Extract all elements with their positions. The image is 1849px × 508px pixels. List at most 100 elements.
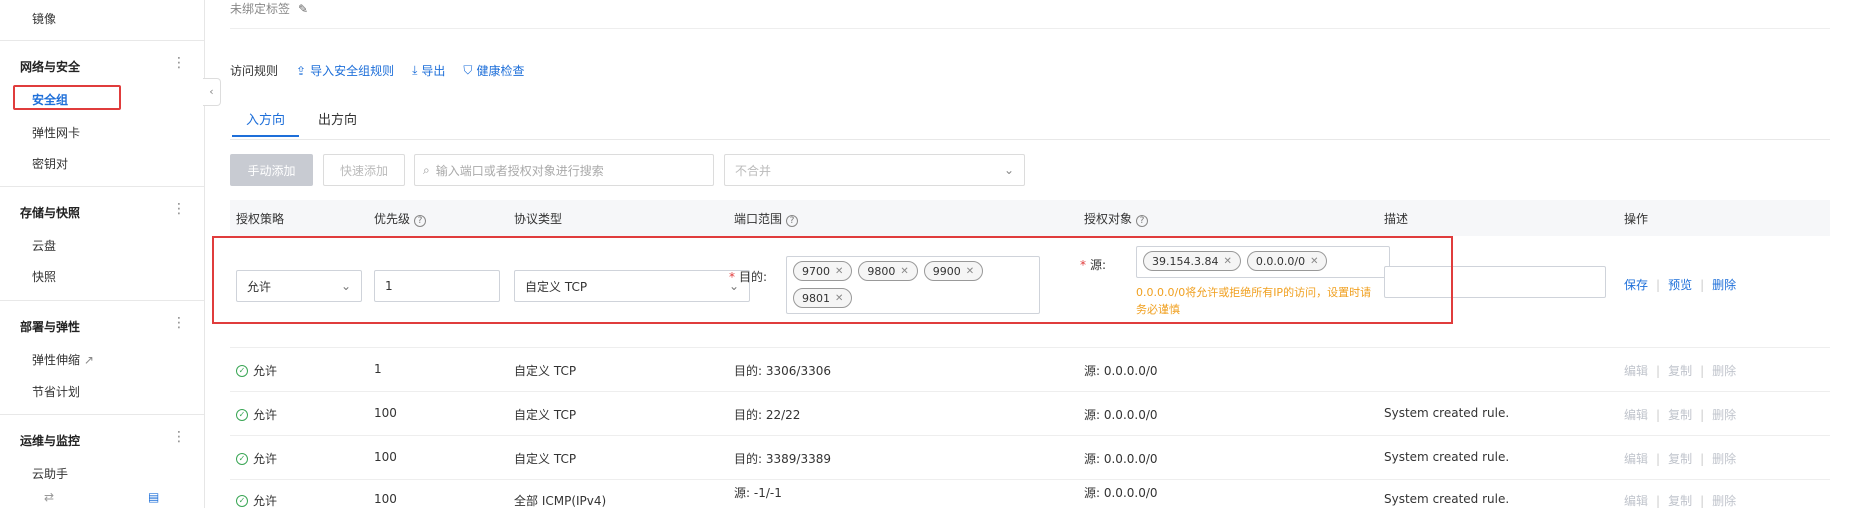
- import-rules-label: 导入安全组规则: [310, 64, 395, 78]
- policy-text: 允许: [253, 494, 278, 508]
- sidebar-item-cloud-assistant[interactable]: 云助手: [32, 465, 68, 482]
- sidebar-item-savings[interactable]: 节省计划: [32, 383, 80, 400]
- manual-add-button[interactable]: 手动添加: [230, 154, 313, 186]
- help-icon[interactable]: ?: [786, 215, 799, 227]
- search-input[interactable]: ⌕ 输入端口或者授权对象进行搜索: [414, 154, 714, 186]
- check-circle-icon: ✓: [236, 364, 248, 377]
- export-link[interactable]: ⤓ 导出: [412, 62, 445, 79]
- header-auth-object: 授权对象?: [1084, 210, 1149, 227]
- delete-button[interactable]: 删除: [1712, 276, 1736, 293]
- edit-button[interactable]: 编辑: [1624, 362, 1648, 379]
- delete-button[interactable]: 删除: [1712, 406, 1736, 423]
- delete-button[interactable]: 删除: [1712, 362, 1736, 379]
- edit-button[interactable]: 编辑: [1624, 492, 1648, 508]
- sidebar-group-storage[interactable]: 存储与快照: [20, 204, 80, 221]
- sidebar-collapse-button[interactable]: ‹: [203, 78, 221, 106]
- header-policy: 授权策略: [236, 212, 285, 226]
- search-icon: ⌕: [423, 162, 430, 177]
- tab-outbound[interactable]: 出方向: [318, 109, 357, 128]
- health-check-label: 健康检查: [476, 64, 525, 78]
- policy-cell: ✓ 允许: [236, 406, 277, 423]
- external-link-icon: ↗: [83, 353, 94, 367]
- edit-icon[interactable]: ✎: [298, 2, 308, 16]
- merge-select-value: 不合并: [735, 163, 772, 178]
- sidebar-divider: [0, 414, 204, 415]
- swap-icon[interactable]: ⇄: [44, 490, 54, 504]
- tab-inbound[interactable]: 入方向: [231, 109, 300, 137]
- sidebar-item-disk[interactable]: 云盘: [32, 237, 56, 254]
- table-row: ✓ 允许 100 全部 ICMP(IPv4) 源: -1/-1 源: 0.0.0.…: [230, 480, 1830, 508]
- header-priority: 优先级?: [374, 210, 427, 227]
- header-divider: [230, 28, 1830, 29]
- header-priority-label: 优先级: [374, 212, 411, 226]
- table-row: ✓ 允许 100 自定义 TCP 目的: 3389/3389 源: 0.0.0.0…: [230, 436, 1830, 480]
- edit-button[interactable]: 编辑: [1624, 450, 1648, 467]
- edit-button[interactable]: 编辑: [1624, 406, 1648, 423]
- sidebar: 镜像 网络与安全 ⋮ 安全组 弹性网卡 密钥对 存储与快照 ⋮ 云盘 快照 部署…: [0, 0, 205, 508]
- separator: |: [1700, 407, 1705, 422]
- sidebar-group-ops[interactable]: 运维与监控: [20, 432, 80, 449]
- header-description: 描述: [1384, 212, 1409, 226]
- save-button[interactable]: 保存: [1624, 276, 1648, 293]
- sidebar-group-network[interactable]: 网络与安全: [20, 58, 80, 75]
- sidebar-item-label: 安全组: [32, 93, 69, 107]
- sidebar-item-snapshot[interactable]: 快照: [32, 268, 56, 285]
- port-cell: 源: -1/-1: [734, 486, 782, 500]
- copy-button[interactable]: 复制: [1668, 406, 1692, 423]
- policy-text: 允许: [253, 408, 278, 422]
- rules-bar: 访问规则 ⇪ 导入安全组规则 ⤓ 导出 ⛉ 健康检查: [230, 62, 542, 79]
- chevron-left-icon: ‹: [209, 85, 214, 98]
- sidebar-item-eni[interactable]: 弹性网卡: [32, 124, 80, 141]
- more-icon[interactable]: ⋮: [172, 430, 186, 444]
- merge-select[interactable]: 不合并 ⌄: [724, 154, 1025, 186]
- copy-button[interactable]: 复制: [1668, 450, 1692, 467]
- help-icon[interactable]: ?: [414, 215, 427, 227]
- description-cell: System created rule.: [1384, 406, 1510, 420]
- check-circle-icon: ✓: [236, 408, 248, 421]
- row-actions: 编辑 | 复制 | 删除: [1624, 406, 1736, 423]
- more-icon[interactable]: ⋮: [172, 202, 186, 216]
- sidebar-item-security-group[interactable]: 安全组: [13, 85, 121, 110]
- import-rules-link[interactable]: ⇪ 导入安全组规则: [296, 62, 394, 79]
- more-icon[interactable]: ⋮: [172, 56, 186, 70]
- priority-cell: 100: [374, 492, 397, 506]
- copy-button[interactable]: 复制: [1668, 492, 1692, 508]
- separator: |: [1656, 363, 1661, 378]
- tag-status-text: 未绑定标签: [230, 2, 291, 16]
- separator: |: [1656, 407, 1661, 422]
- priority-cell: 100: [374, 406, 397, 420]
- rules-title: 访问规则: [230, 64, 279, 78]
- help-icon[interactable]: ?: [1136, 215, 1149, 227]
- source-cell: 源: 0.0.0.0/0: [1084, 486, 1158, 500]
- delete-button[interactable]: 删除: [1712, 450, 1736, 467]
- shield-icon: ⛉: [463, 63, 473, 77]
- policy-cell: ✓ 允许: [236, 362, 277, 379]
- description-cell: System created rule.: [1384, 450, 1510, 464]
- more-icon[interactable]: ⋮: [172, 316, 186, 330]
- row-actions: 编辑 | 复制 | 删除: [1624, 492, 1736, 508]
- row-actions: 编辑 | 复制 | 删除: [1624, 450, 1736, 467]
- separator: |: [1656, 451, 1661, 466]
- description-cell: System created rule.: [1384, 492, 1510, 506]
- copy-button[interactable]: 复制: [1668, 362, 1692, 379]
- sidebar-group-deploy[interactable]: 部署与弹性: [20, 318, 80, 335]
- source-cell: 源: 0.0.0.0/0: [1084, 364, 1158, 378]
- source-cell: 源: 0.0.0.0/0: [1084, 408, 1158, 422]
- sidebar-item-keypair[interactable]: 密钥对: [32, 155, 68, 172]
- header-port-label: 端口范围: [734, 212, 783, 226]
- sidebar-item-image[interactable]: 镜像: [32, 10, 56, 27]
- policy-text: 允许: [253, 452, 278, 466]
- header-protocol: 协议类型: [514, 212, 563, 226]
- header-actions: 操作: [1624, 212, 1649, 226]
- sidebar-item-autoscaling[interactable]: 弹性伸缩 ↗: [32, 351, 94, 368]
- health-check-link[interactable]: ⛉ 健康检查: [463, 62, 524, 79]
- check-circle-icon: ✓: [236, 494, 248, 507]
- protocol-cell: 全部 ICMP(IPv4): [514, 494, 607, 508]
- separator: |: [1700, 493, 1705, 508]
- quick-add-button[interactable]: 快速添加: [323, 154, 405, 186]
- message-icon[interactable]: ▤: [148, 490, 159, 504]
- separator: |: [1700, 451, 1705, 466]
- download-icon: ⤓: [412, 63, 418, 77]
- delete-button[interactable]: 删除: [1712, 492, 1736, 508]
- preview-button[interactable]: 预览: [1668, 276, 1692, 293]
